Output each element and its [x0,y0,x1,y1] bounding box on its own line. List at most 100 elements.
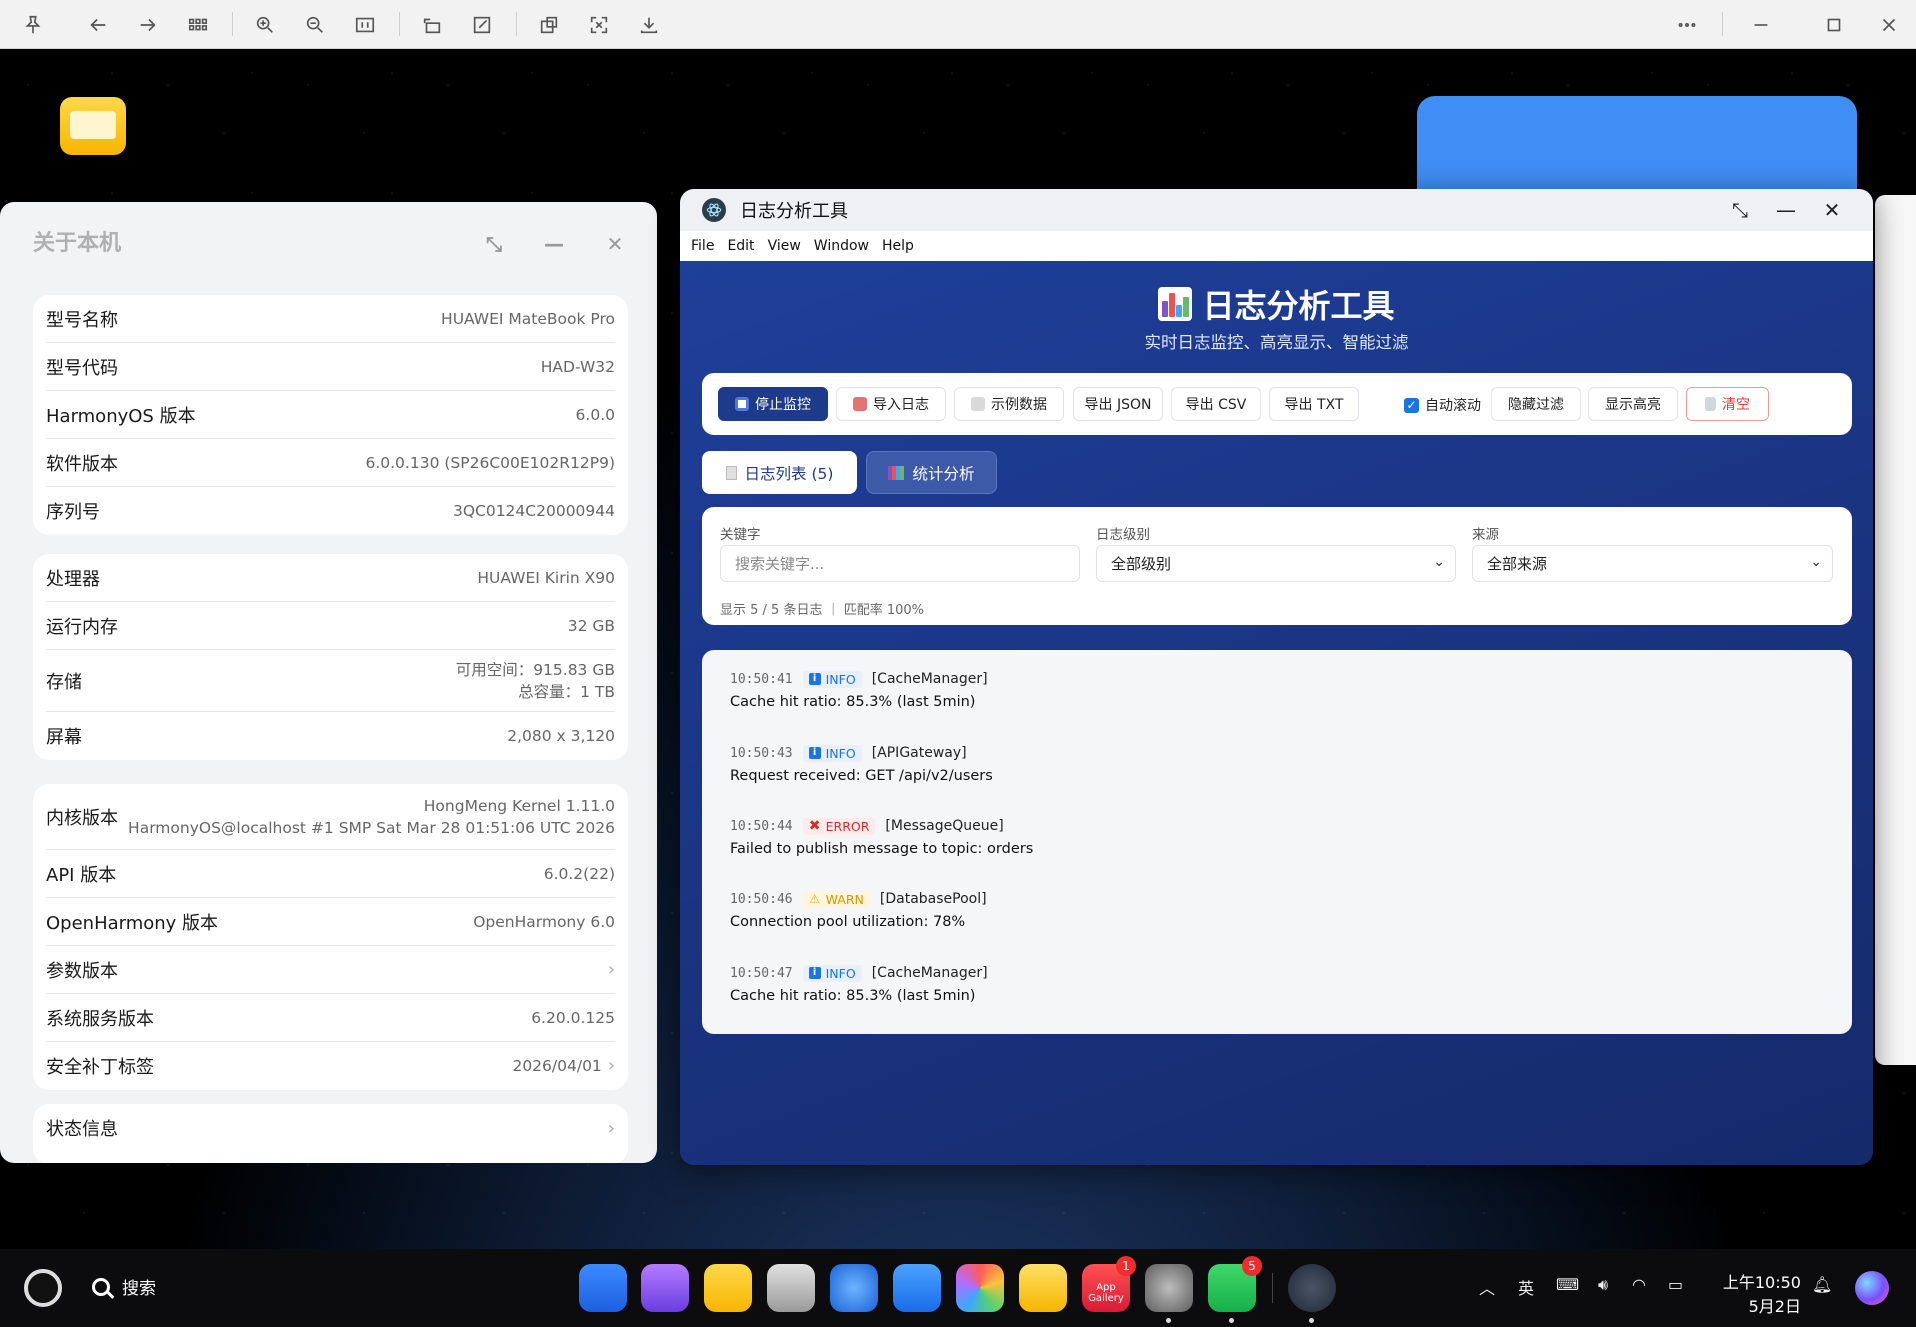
desktop: 关于本机 ⤡ — ✕ 型号名称 HUAWEI MateBook Pro 型号代码 H… [0,49,1916,1249]
electron-app-icon[interactable] [1288,1264,1336,1323]
param-version-row[interactable]: 参数版本 › [46,946,615,994]
wechat-icon[interactable]: 5 [1208,1256,1262,1323]
app-launcher-icon[interactable] [579,1264,627,1312]
close-icon[interactable]: ✕ [603,232,627,256]
log-entry[interactable]: 10:50:44 ✖ ERROR [MessageQueue] Failed to p… [730,815,1033,857]
keyword-search-input[interactable]: 搜索关键字... [720,545,1080,582]
recycle-bin-icon[interactable] [767,1264,815,1312]
maximize-icon[interactable] [1819,10,1849,40]
info-row: 型号名称 HUAWEI MateBook Pro [46,295,615,343]
export-json-button[interactable]: 导出 JSON [1073,387,1163,421]
folder-icon[interactable] [60,97,126,155]
zoom-in-icon[interactable] [250,10,280,40]
clock[interactable]: 上午10:50 5月2日 [1715,1269,1801,1317]
log-entry[interactable]: 10:50:46 ⚠ WARN [DatabasePool] Connection p… [730,888,987,930]
tab-statistics[interactable]: 统计分析 [866,451,997,494]
inbox-icon [853,397,867,411]
sample-data-button[interactable]: 示例数据 [954,387,1064,421]
hide-filter-button[interactable]: 隐藏过滤 [1491,387,1581,421]
info-row-kernel: 内核版本 HongMeng Kernel 1.11.0 HarmonyOS@loc… [46,784,615,850]
auto-scroll-toggle[interactable]: ✓ 自动滚动 [1404,395,1481,415]
log-entry[interactable]: 10:50:41 i INFO [CacheManager] Cache hit ra… [730,668,988,710]
log-window-title: 日志分析工具 [740,201,848,222]
app-heading: 日志分析工具 [680,281,1873,327]
menu-help[interactable]: Help [882,238,914,254]
show-highlight-button[interactable]: 显示高亮 [1588,387,1678,421]
actual-size-icon[interactable] [350,10,380,40]
background-window-right[interactable] [1875,195,1916,1065]
restore-icon[interactable]: ⤡ [1728,198,1752,222]
menu-file[interactable]: File [691,238,714,254]
start-button[interactable] [24,1269,62,1307]
minimize-icon[interactable]: — [542,232,566,256]
rotate-icon[interactable] [417,10,447,40]
volume-icon[interactable]: 🔊︎ [1598,1275,1608,1295]
pin-icon[interactable] [18,10,48,40]
source-select[interactable]: 全部来源 ⌄ [1472,545,1833,582]
battery-icon[interactable]: ▭ [1668,1275,1683,1294]
menu-window[interactable]: Window [814,238,869,254]
zoom-out-icon[interactable] [300,10,330,40]
input-method-indicator[interactable]: 英 [1518,1275,1534,1299]
log-entry[interactable]: 10:50:47 i INFO [CacheManager] Cache hit ra… [730,962,988,1004]
notification-bell-icon[interactable]: 🔔︎ [1812,1275,1832,1294]
keyboard-icon[interactable]: ⌨ [1556,1275,1579,1294]
device-info-card: 型号名称 HUAWEI MateBook Pro 型号代码 HAD-W32 Harm… [33,295,628,535]
menu-view[interactable]: View [768,238,801,254]
forward-icon[interactable] [133,10,163,40]
browser-icon[interactable] [830,1264,878,1312]
back-icon[interactable] [83,10,113,40]
stop-monitoring-button[interactable]: 停止监控 [718,387,828,421]
info-icon: i [808,747,821,759]
clear-button[interactable]: 清空 [1686,387,1769,421]
screenshot-icon[interactable] [534,10,564,40]
level-badge: i INFO [802,964,862,982]
status-info-row[interactable]: 状态信息 › [46,1104,615,1152]
status-info-card[interactable]: 状态信息 › [33,1104,628,1163]
export-txt-button[interactable]: 导出 TXT [1269,387,1359,421]
menu-edit[interactable]: Edit [727,238,754,254]
mail-icon[interactable] [893,1264,941,1312]
bar-chart-icon [888,465,905,480]
wifi-icon[interactable]: ◠ [1632,1275,1646,1294]
filter-panel: 关键字 搜索关键字... 日志级别 全部级别 ⌄ 来源 全部来源 ⌄ 显示 5 / … [702,507,1852,625]
minimize-icon[interactable] [1746,10,1776,40]
notification-badge: 5 [1242,1256,1262,1276]
level-badge: i INFO [802,744,862,762]
assistant-icon[interactable] [1855,1271,1889,1305]
close-icon[interactable]: ✕ [1820,198,1844,222]
info-icon: i [808,967,821,979]
info-row: 屏幕 2,080 x 3,120 [46,727,615,748]
hardware-card: 处理器 HUAWEI Kirin X90 运行内存 32 GB 存储 可用空间：91… [33,554,628,760]
restore-icon[interactable]: ⤡ [482,232,506,256]
error-x-icon: ✖ [808,818,821,834]
close-icon[interactable] [1874,10,1904,40]
tray-expand-icon[interactable]: ︿ [1479,1275,1495,1299]
files-icon[interactable] [704,1264,752,1312]
notes-icon[interactable] [1019,1264,1067,1312]
export-csv-button[interactable]: 导出 CSV [1171,387,1261,421]
fit-icon[interactable] [584,10,614,40]
warning-icon: ⚠ [809,892,820,906]
stop-icon [735,397,749,411]
import-log-button[interactable]: 导入日志 [836,387,946,421]
save-icon[interactable] [634,10,664,40]
tab-log-list[interactable]: 日志列表 (5) [702,451,857,494]
minimize-icon[interactable]: — [1774,198,1798,222]
more-icon[interactable] [1672,10,1702,40]
chevron-down-icon: ⌄ [1810,554,1822,570]
keyword-label: 关键字 [720,527,761,543]
security-patch-row[interactable]: 安全补丁标签 2026/04/01 › [46,1042,615,1090]
bar-chart-icon [1158,287,1193,321]
grid-icon[interactable] [183,10,213,40]
taskbar-search[interactable]: 搜索 [92,1274,156,1299]
settings-icon[interactable] [1145,1264,1193,1323]
log-entry[interactable]: 10:50:43 i INFO [APIGateway] Request receiv… [730,742,993,784]
multitask-icon[interactable] [641,1264,689,1312]
info-row: HarmonyOS 版本 6.0.0 [46,391,615,439]
edit-icon[interactable] [467,10,497,40]
gallery-icon[interactable] [956,1264,1004,1312]
checkbox-checked-icon[interactable]: ✓ [1404,397,1419,413]
appgallery-icon[interactable]: App Gallery 1 [1082,1256,1136,1312]
level-select[interactable]: 全部级别 ⌄ [1096,545,1456,582]
